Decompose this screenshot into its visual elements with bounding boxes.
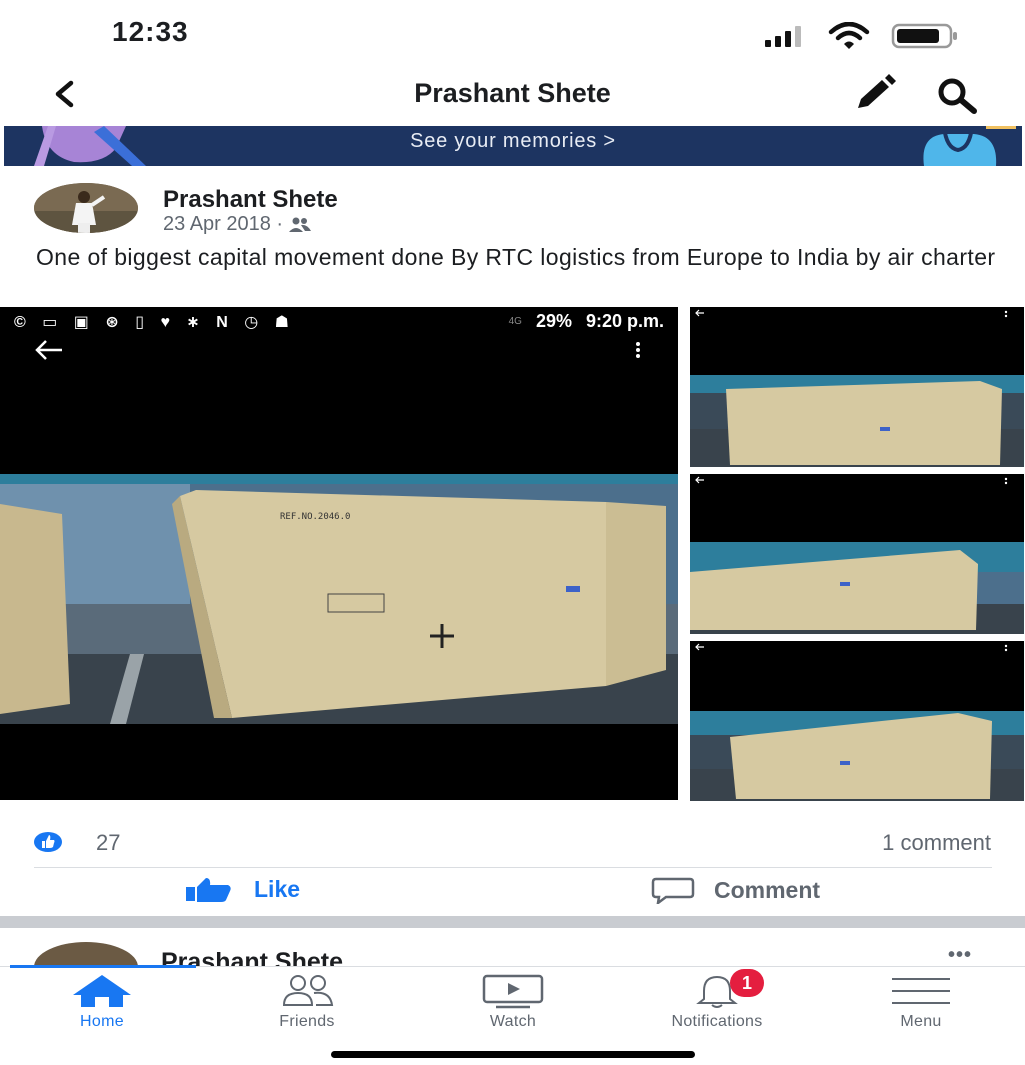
menu-icon xyxy=(892,978,950,1004)
photo-status-icons: © ▭ ▣ ⊛ ▯ ♥ ∗ N ◷ ☗ xyxy=(14,314,296,331)
search-icon xyxy=(938,78,977,114)
tab-watch[interactable]: Watch xyxy=(418,973,608,1031)
search-button[interactable] xyxy=(934,76,982,116)
photo-network: 4G xyxy=(508,315,522,327)
memories-banner[interactable]: See your memories > xyxy=(4,126,1022,166)
tab-menu-label: Menu xyxy=(900,1013,942,1030)
home-indicator[interactable] xyxy=(331,1051,695,1058)
pencil-icon xyxy=(858,74,896,108)
post-photo-thumb-2[interactable] xyxy=(690,474,1024,634)
status-icons xyxy=(763,22,959,50)
like-button[interactable]: Like xyxy=(184,876,300,903)
svg-text:REF.NO.2046.0: REF.NO.2046.0 xyxy=(280,512,350,522)
more-options-button[interactable]: ••• xyxy=(948,944,972,967)
feed-separator xyxy=(0,916,1025,928)
post-photo-thumb-3[interactable] xyxy=(690,641,1024,801)
status-bar: 12:33 xyxy=(0,0,1025,66)
wifi-icon xyxy=(828,22,870,49)
photo-back-arrow-icon xyxy=(35,340,62,360)
comment-count[interactable]: 1 comment xyxy=(882,830,991,856)
edit-button[interactable] xyxy=(852,74,896,114)
active-tab-indicator xyxy=(10,965,196,968)
signal-icon xyxy=(765,26,801,47)
like-count[interactable]: 27 xyxy=(96,830,120,856)
tab-notifications[interactable]: 1 Notifications xyxy=(622,969,812,1031)
banner-illustration-right xyxy=(923,126,1016,166)
tab-home[interactable]: Home xyxy=(7,973,197,1031)
home-icon xyxy=(73,975,131,1007)
photo-time: 9:20 p.m. xyxy=(585,310,664,331)
action-row: Like Comment xyxy=(0,868,1025,916)
battery-icon xyxy=(891,23,957,49)
post-card: Prashant Shete 23 Apr 2018 · One of bigg… xyxy=(0,168,1025,916)
post-author[interactable]: Prashant Shete xyxy=(163,186,338,214)
reactions-row: 27 1 comment xyxy=(0,818,1025,868)
comment-button[interactable]: Comment xyxy=(650,876,820,904)
post-text: One of biggest capital movement done By … xyxy=(36,244,996,270)
post-date[interactable]: 23 Apr 2018 · xyxy=(163,213,283,236)
tab-home-label: Home xyxy=(80,1013,124,1030)
friends-icon xyxy=(289,217,312,232)
photo-more-icon xyxy=(636,342,640,358)
crate-photo: REF.NO.2046.0 xyxy=(0,474,678,724)
tab-friends-label: Friends xyxy=(279,1013,335,1030)
photo-phone-status: © ▭ ▣ ⊛ ▯ ♥ ∗ N ◷ ☗ 4G 29% 9:20 p.m. xyxy=(0,307,678,335)
bottom-tab-bar: Home Friends Watch 1 Notifications Menu xyxy=(0,965,1025,1065)
comment-label: Comment xyxy=(714,876,821,903)
post-meta: 23 Apr 2018 · xyxy=(163,213,312,236)
like-label: Like xyxy=(254,876,301,902)
post-photo-main[interactable]: © ▭ ▣ ⊛ ▯ ♥ ∗ N ◷ ☗ 4G 29% 9:20 p.m. REF… xyxy=(0,307,678,800)
tab-notifications-label: Notifications xyxy=(671,1013,763,1030)
status-time: 12:33 xyxy=(112,16,189,47)
avatar[interactable] xyxy=(34,183,138,233)
like-reaction-icon xyxy=(34,832,62,852)
app-header: Prashant Shete xyxy=(0,66,1025,124)
tab-friends[interactable]: Friends xyxy=(212,973,402,1031)
post-photo-thumb-1[interactable] xyxy=(690,307,1024,467)
photo-battery: 29% xyxy=(535,310,572,331)
thumbs-up-icon xyxy=(186,877,231,902)
notification-badge: 1 xyxy=(730,969,764,997)
watch-icon xyxy=(482,974,544,1009)
comment-icon xyxy=(651,877,695,904)
memories-link[interactable]: See your memories > xyxy=(4,130,1022,153)
tab-menu[interactable]: Menu xyxy=(826,973,1016,1031)
tab-watch-label: Watch xyxy=(489,1013,537,1030)
friends-icon xyxy=(282,975,334,1006)
